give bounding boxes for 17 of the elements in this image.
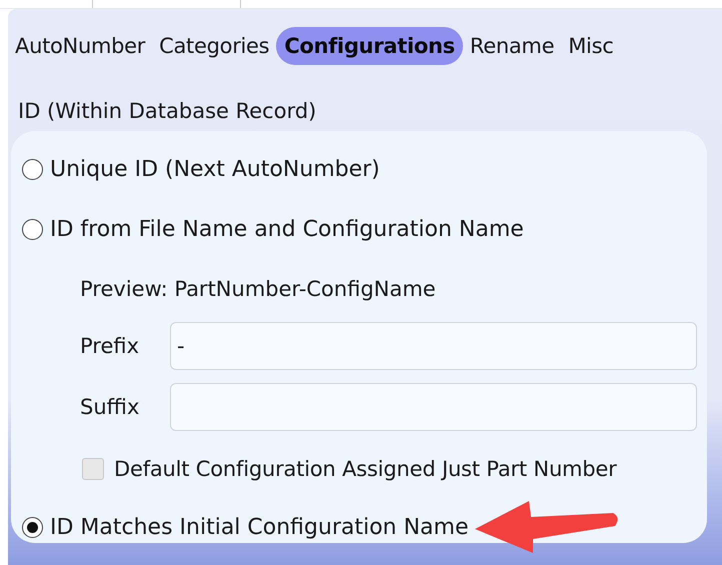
radio-button[interactable]	[22, 218, 43, 240]
radio-label[interactable]: Unique ID (Next AutoNumber)	[50, 156, 380, 182]
tab[interactable]: Misc	[561, 27, 620, 65]
radio-label[interactable]: ID from File Name and Configuration Name	[50, 216, 524, 242]
field-label: Prefix	[80, 334, 140, 358]
radio-button[interactable]	[22, 516, 43, 538]
input-field[interactable]	[170, 383, 697, 431]
group-label: ID (Within Database Record)	[18, 99, 318, 123]
input-field[interactable]: -	[170, 322, 697, 370]
tab[interactable]: Rename	[462, 27, 562, 65]
tab[interactable]: Categories	[152, 27, 276, 65]
field-label: Suffix	[80, 395, 140, 419]
radio-button[interactable]	[22, 158, 43, 180]
preview-text: Preview: PartNumber-ConfigName	[80, 276, 437, 303]
tab[interactable]: AutoNumber	[8, 27, 152, 65]
radio-label[interactable]: ID Matches Initial Configuration Name	[50, 514, 469, 540]
tab[interactable]: Configurations	[276, 27, 463, 65]
